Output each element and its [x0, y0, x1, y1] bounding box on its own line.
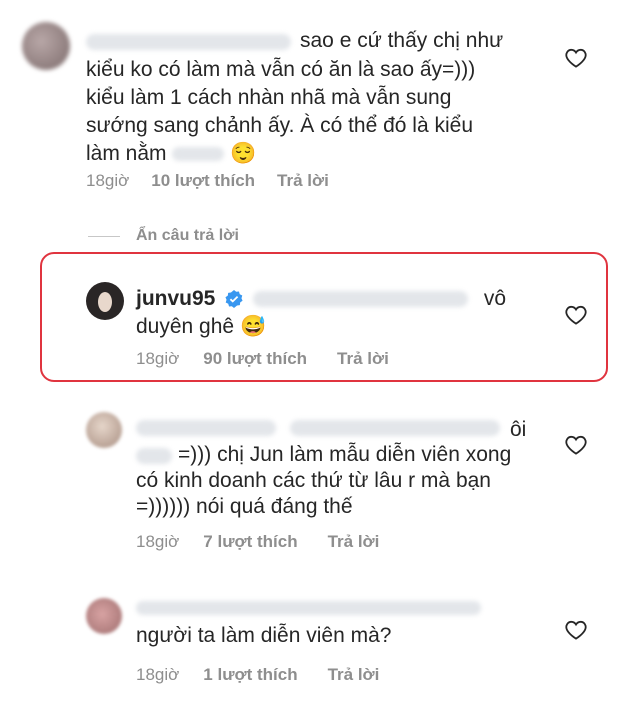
heart-outline-icon[interactable]	[565, 48, 587, 68]
grinning-sweat-emoji: 😅	[239, 315, 267, 338]
junvu95-avatar[interactable]	[86, 282, 124, 320]
comment-2-line-2: duyên ghê	[136, 315, 235, 338]
comment-4-reply-button[interactable]: Trả lời	[328, 665, 380, 685]
avatar-face	[98, 292, 112, 312]
comment-1-time: 18giờ	[86, 171, 130, 190]
hide-replies-divider	[88, 236, 120, 237]
comment-2-header: junvu95 vô	[136, 285, 506, 312]
comment-2-line-2-wrap: duyên ghê 😅	[136, 313, 266, 340]
mention-blurred-2[interactable]	[136, 448, 172, 464]
comment-3-meta: 18giờ 7 lượt thích Trả lời	[136, 532, 379, 552]
comment-1-line-5-text: làm nằm	[86, 142, 167, 165]
comment-3-likes[interactable]: 7 lượt thích	[203, 532, 297, 552]
comment-3-time: 18giờ	[136, 532, 180, 551]
comment-4-line-1: người ta làm diễn viên mà?	[136, 624, 392, 647]
comment-3-reply-button[interactable]: Trả lời	[328, 532, 380, 552]
comment-3-line-4: =)))))) nói quá đáng thế	[136, 495, 353, 518]
comment-2-reply-button[interactable]: Trả lời	[337, 349, 389, 369]
comment-2-meta: 18giờ 90 lượt thích Trả lời	[136, 349, 389, 369]
hide-replies-button[interactable]: Ẩn câu trả lời	[136, 227, 239, 245]
commenter-1-username-blurred[interactable]	[86, 34, 291, 50]
commenter-3-username-blurred[interactable]	[136, 420, 276, 436]
comment-3-line-2: =))) chị Jun làm mẫu diễn viên xong	[178, 443, 512, 466]
commenter-1-avatar[interactable]	[22, 22, 70, 70]
commenter-4-avatar[interactable]	[86, 598, 122, 634]
relieved-face-emoji: 😌	[230, 142, 257, 165]
mention-blurred[interactable]	[290, 420, 500, 436]
commenter-4-username-blurred[interactable]	[136, 601, 481, 615]
comment-1-meta: 18giờ 10 lượt thích Trả lời	[86, 171, 329, 191]
heart-outline-icon[interactable]	[565, 620, 587, 640]
comment-1-likes[interactable]: 10 lượt thích	[151, 171, 255, 191]
comment-1-reply-button[interactable]: Trả lời	[277, 171, 329, 191]
comment-1-line-1: sao e cứ thấy chị như	[300, 29, 504, 52]
comment-4-likes[interactable]: 1 lượt thích	[203, 665, 297, 685]
mention-blurred[interactable]	[253, 291, 469, 308]
heart-outline-icon[interactable]	[565, 305, 587, 325]
verified-badge-icon	[225, 290, 243, 308]
comment-1-line-3: kiểu làm 1 cách nhàn nhã mà vẫn sung	[86, 86, 452, 109]
junvu95-username[interactable]: junvu95	[136, 287, 215, 310]
comment-3-line-1: ôi	[510, 418, 527, 441]
comment-4-meta: 18giờ 1 lượt thích Trả lời	[136, 665, 379, 685]
comment-3-line-3: có kinh doanh các thứ từ lâu r mà bạn	[136, 469, 491, 492]
commenter-3-avatar[interactable]	[86, 412, 122, 448]
comment-2-line-1: vô	[483, 287, 507, 310]
comment-2-time: 18giờ	[136, 349, 180, 368]
heart-outline-icon[interactable]	[565, 435, 587, 455]
comment-4-time: 18giờ	[136, 665, 180, 684]
comment-1-line-4: sướng sang chảnh ấy. À có thể đó là kiểu	[86, 114, 474, 137]
mention-blurred[interactable]	[172, 147, 225, 162]
comment-1-line-2: kiểu ko có làm mà vẫn có ăn là sao ấy=))…	[86, 58, 476, 81]
comment-1-line-5: làm nằm 😌	[86, 140, 256, 167]
comment-2-likes[interactable]: 90 lượt thích	[203, 349, 307, 369]
